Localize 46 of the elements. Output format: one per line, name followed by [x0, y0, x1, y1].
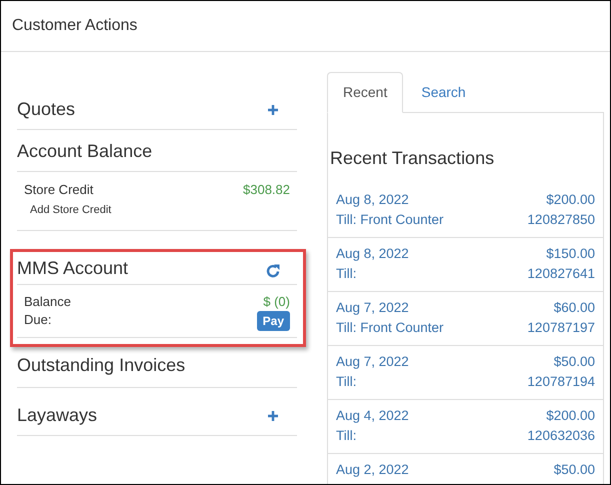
pay-button[interactable]: Pay — [256, 311, 290, 331]
till-name: Till: Front Counter — [336, 211, 444, 229]
transaction-row[interactable]: Aug 8, 2022 $200.00 Till: Front Counter 120827850 — [328, 184, 603, 238]
transaction-date: Aug 7, 2022 — [336, 353, 409, 371]
row-label: Store Credit — [24, 181, 94, 199]
transaction-row[interactable]: Aug 7, 2022 $60.00 Till: Front Counter 120787197 — [328, 292, 603, 346]
transaction-amount: $200.00 — [546, 191, 595, 209]
section-title: MMS Account — [17, 257, 128, 280]
add-store-credit-link[interactable]: Add Store Credit — [30, 202, 112, 218]
transaction-number: 120827641 — [527, 265, 595, 283]
transaction-row[interactable]: Aug 2, 2022 $50.00 — [328, 454, 603, 484]
tab[interactable]: Recent — [327, 72, 404, 113]
transaction-amount: $60.00 — [554, 299, 595, 317]
tab[interactable]: Search — [403, 72, 484, 112]
panel-title: Recent Transactions — [329, 147, 496, 170]
transaction-row[interactable]: Aug 8, 2022 $150.00 Till: 120827641 — [328, 238, 603, 292]
transaction-number: 120827850 — [527, 211, 595, 229]
transaction-number: 120787194 — [527, 373, 595, 391]
balance-amount: $ (0) — [263, 293, 290, 311]
transaction-date: Aug 4, 2022 — [336, 407, 409, 425]
transaction-number: 120632036 — [527, 427, 595, 445]
till-name: Till: — [336, 427, 356, 445]
transaction-date: Aug 2, 2022 — [336, 461, 409, 479]
refresh-icon[interactable] — [265, 263, 281, 279]
row-label: Balance Due: — [24, 293, 72, 329]
plus-icon — [267, 104, 279, 116]
credit-amount: $308.82 — [243, 181, 290, 199]
section-title: Outstanding Invoices — [17, 355, 186, 375]
transaction-number: 120787197 — [527, 319, 595, 337]
plus-icon — [267, 410, 279, 422]
transaction-date: Aug 7, 2022 — [336, 299, 409, 317]
transaction-date: Aug 8, 2022 — [336, 191, 409, 209]
till-name: Till: — [336, 265, 356, 283]
transaction-row[interactable]: Aug 4, 2022 $200.00 Till: 120632036 — [328, 400, 603, 454]
section-title: Account Balance — [17, 141, 152, 161]
transaction-amount: $150.00 — [546, 245, 595, 263]
till-name: Till: Front Counter — [336, 319, 444, 337]
transaction-date: Aug 8, 2022 — [336, 245, 409, 263]
window-title: Customer Actions — [12, 16, 138, 36]
section-title: Quotes — [17, 98, 76, 121]
section-title: Layaways — [17, 404, 98, 427]
till-name: Till: — [336, 373, 356, 391]
transaction-amount: $50.00 — [554, 461, 595, 479]
transaction-row[interactable]: Aug 7, 2022 $50.00 Till: 120787194 — [328, 346, 603, 400]
transaction-amount: $50.00 — [554, 353, 595, 371]
transaction-amount: $200.00 — [546, 407, 595, 425]
